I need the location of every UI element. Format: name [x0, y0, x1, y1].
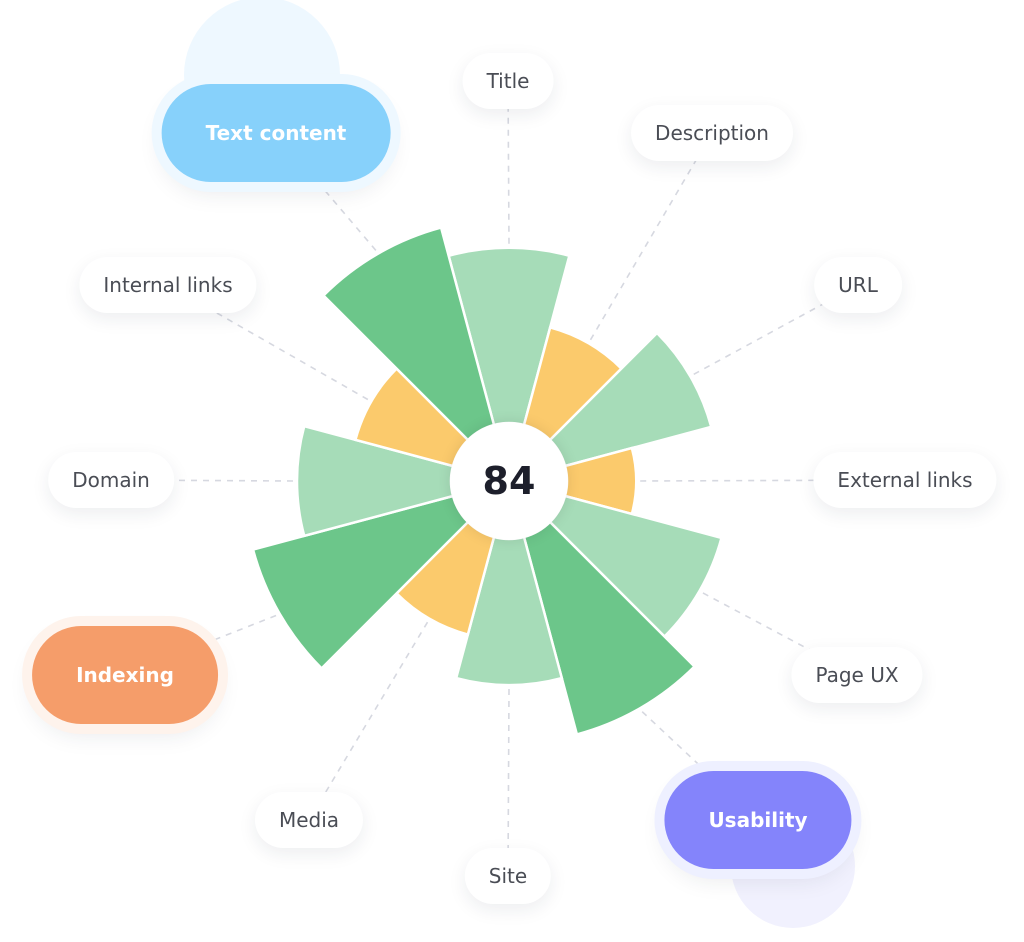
- label-text: External links: [837, 468, 973, 492]
- label-text: Site: [488, 864, 528, 888]
- label-pill-description[interactable]: Description: [631, 105, 793, 161]
- label-pill-domain[interactable]: Domain: [48, 452, 174, 508]
- label-pill-indexing[interactable]: Indexing: [32, 626, 218, 724]
- label-pill-external-links[interactable]: External links: [813, 452, 997, 508]
- label-text: URL: [838, 273, 878, 297]
- label-pill-url[interactable]: URL: [814, 257, 902, 313]
- label-text: Page UX: [815, 663, 899, 687]
- label-pill-usability[interactable]: Usability: [664, 771, 852, 869]
- label-pill-internal-links[interactable]: Internal links: [79, 257, 257, 313]
- label-text: Text content: [205, 121, 347, 145]
- label-pill-page-ux[interactable]: Page UX: [791, 647, 923, 703]
- label-text: Media: [278, 808, 340, 832]
- label-text: Internal links: [103, 273, 233, 297]
- label-text: Description: [655, 121, 769, 145]
- overall-score: 84: [450, 422, 568, 540]
- label-pill-title[interactable]: Title: [462, 53, 554, 109]
- label-text: Indexing: [76, 663, 174, 687]
- connector-description: [589, 132, 713, 341]
- label-pill-site[interactable]: Site: [464, 848, 552, 904]
- label-pill-text-content[interactable]: Text content: [161, 84, 391, 182]
- score-value: 84: [482, 459, 536, 503]
- label-text: Usability: [708, 808, 808, 832]
- label-pill-media[interactable]: Media: [254, 792, 364, 848]
- label-text: Title: [486, 69, 530, 93]
- label-text: Domain: [72, 468, 150, 492]
